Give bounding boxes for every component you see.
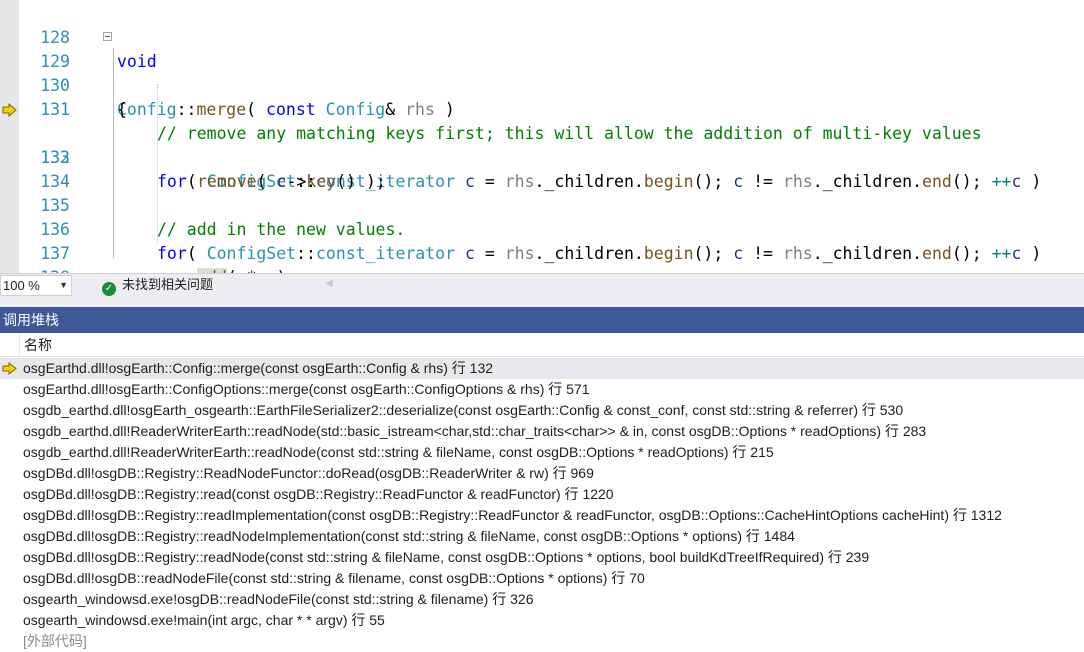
code-line[interactable]: 137 add( *c ); (0, 218, 1084, 273)
stack-frame[interactable]: osgDBd.dll!osgDB::Registry::readImplemen… (0, 505, 1084, 526)
stack-frame-text: osgDBd.dll!osgDB::Registry::read(const o… (23, 486, 614, 502)
current-statement-arrow-icon (2, 103, 17, 117)
stack-frame-text: osgearth_windowsd.exe!main(int argc, cha… (23, 612, 385, 628)
stack-frame[interactable]: osgdb_earthd.dll!ReaderWriterEarth::read… (0, 442, 1084, 463)
column-header-name[interactable]: 名称 (24, 333, 52, 357)
panel-splitter[interactable] (0, 297, 1084, 307)
column-header: 名称 (0, 333, 1084, 357)
code-line[interactable]: 134 (0, 146, 1084, 191)
stack-frame-text: osgdb_earthd.dll!ReaderWriterEarth::read… (23, 423, 927, 439)
stack-frame[interactable]: osgearth_windowsd.exe!main(int argc, cha… (0, 610, 1084, 631)
stack-frame-text: osgDBd.dll!osgDB::Registry::readImplemen… (23, 507, 1002, 523)
stack-frame[interactable]: osgDBd.dll!osgDB::Registry::ReadNodeFunc… (0, 463, 1084, 484)
stack-frame-text: osgDBd.dll!osgDB::Registry::ReadNodeFunc… (23, 465, 594, 481)
check-circle-icon: ✓ (102, 282, 116, 296)
issues-indicator[interactable]: ✓ 未找到相关问题 (102, 274, 213, 296)
stack-frame[interactable]: osgDBd.dll!osgDB::Registry::read(const o… (0, 484, 1084, 505)
chevron-down-icon: ▼ (59, 280, 68, 290)
stack-frame-text: [外部代码] (23, 633, 87, 649)
code-line-current[interactable]: 132 for( ConfigSet::const_iterator c = r… (0, 98, 1084, 191)
code-editor[interactable]: 128 void 129 Config::merge( const Config… (0, 0, 1084, 273)
stack-frame[interactable]: osgearth_windowsd.exe!osgDB::readNodeFil… (0, 589, 1084, 610)
stack-frame[interactable]: osgdb_earthd.dll!osgEarth_osgearth::Eart… (0, 400, 1084, 421)
zoom-dropdown[interactable]: 100 % ▼ (0, 275, 72, 296)
editor-status-bar: 100 % ▼ ✓ 未找到相关问题 ◀ (0, 273, 1084, 297)
stack-frame-text: osgdb_earthd.dll!ReaderWriterEarth::read… (23, 444, 774, 460)
stack-frame[interactable]: osgDBd.dll!osgDB::readNodeFile(const std… (0, 568, 1084, 589)
code-line[interactable]: 131 // remove any matching keys first; t… (0, 74, 1084, 143)
stack-frame-external[interactable]: [外部代码] (0, 631, 1084, 652)
stack-frame[interactable]: osgDBd.dll!osgDB::Registry::readNodeImpl… (0, 526, 1084, 547)
call-stack-title[interactable]: 调用堆栈 (0, 307, 1084, 333)
code-line[interactable]: 133 remove( c->key() ); (0, 122, 1084, 191)
call-stack-list[interactable]: osgEarthd.dll!osgEarth::Config::merge(co… (0, 358, 1084, 652)
stack-frame-text: osgDBd.dll!osgDB::Registry::readNodeImpl… (23, 528, 795, 544)
scroll-left-icon[interactable]: ◀ (325, 278, 333, 289)
stack-frame-text: osgDBd.dll!osgDB::readNodeFile(const std… (23, 570, 645, 586)
stack-frame[interactable]: osgdb_earthd.dll!ReaderWriterEarth::read… (0, 421, 1084, 442)
zoom-value: 100 % (3, 278, 40, 293)
stack-frame-text: osgdb_earthd.dll!osgEarth_osgearth::Eart… (23, 402, 904, 418)
stack-frame-text: osgEarthd.dll!osgEarth::ConfigOptions::m… (23, 381, 590, 397)
code-line[interactable]: 139 (0, 266, 1084, 273)
collapse-toggle-icon[interactable] (103, 32, 112, 41)
stack-frame[interactable]: osgDBd.dll!osgDB::Registry::readNode(con… (0, 547, 1084, 568)
code-line[interactable]: 129 Config::merge( const Config& rhs ) (0, 26, 1084, 119)
header-gutter (0, 333, 20, 356)
code-line[interactable]: 130 { (0, 50, 1084, 119)
stack-frame-text: osgDBd.dll!osgDB::Registry::readNode(con… (23, 549, 870, 565)
issues-text: 未找到相关问题 (122, 277, 214, 292)
stack-frame-text: osgearth_windowsd.exe!osgDB::readNodeFil… (23, 591, 534, 607)
code-line[interactable]: 138 } (0, 242, 1084, 273)
current-frame-arrow-icon (2, 362, 17, 375)
code-line[interactable]: 135 // add in the new values. (0, 170, 1084, 239)
code-line[interactable]: 136 for( ConfigSet::const_iterator c = r… (0, 194, 1084, 263)
code-line[interactable]: 128 void (0, 2, 1084, 71)
stack-frame-text: osgEarthd.dll!osgEarth::Config::merge(co… (23, 360, 494, 376)
stack-frame-current[interactable]: osgEarthd.dll!osgEarth::Config::merge(co… (0, 358, 1084, 379)
stack-frame[interactable]: osgEarthd.dll!osgEarth::ConfigOptions::m… (0, 379, 1084, 400)
